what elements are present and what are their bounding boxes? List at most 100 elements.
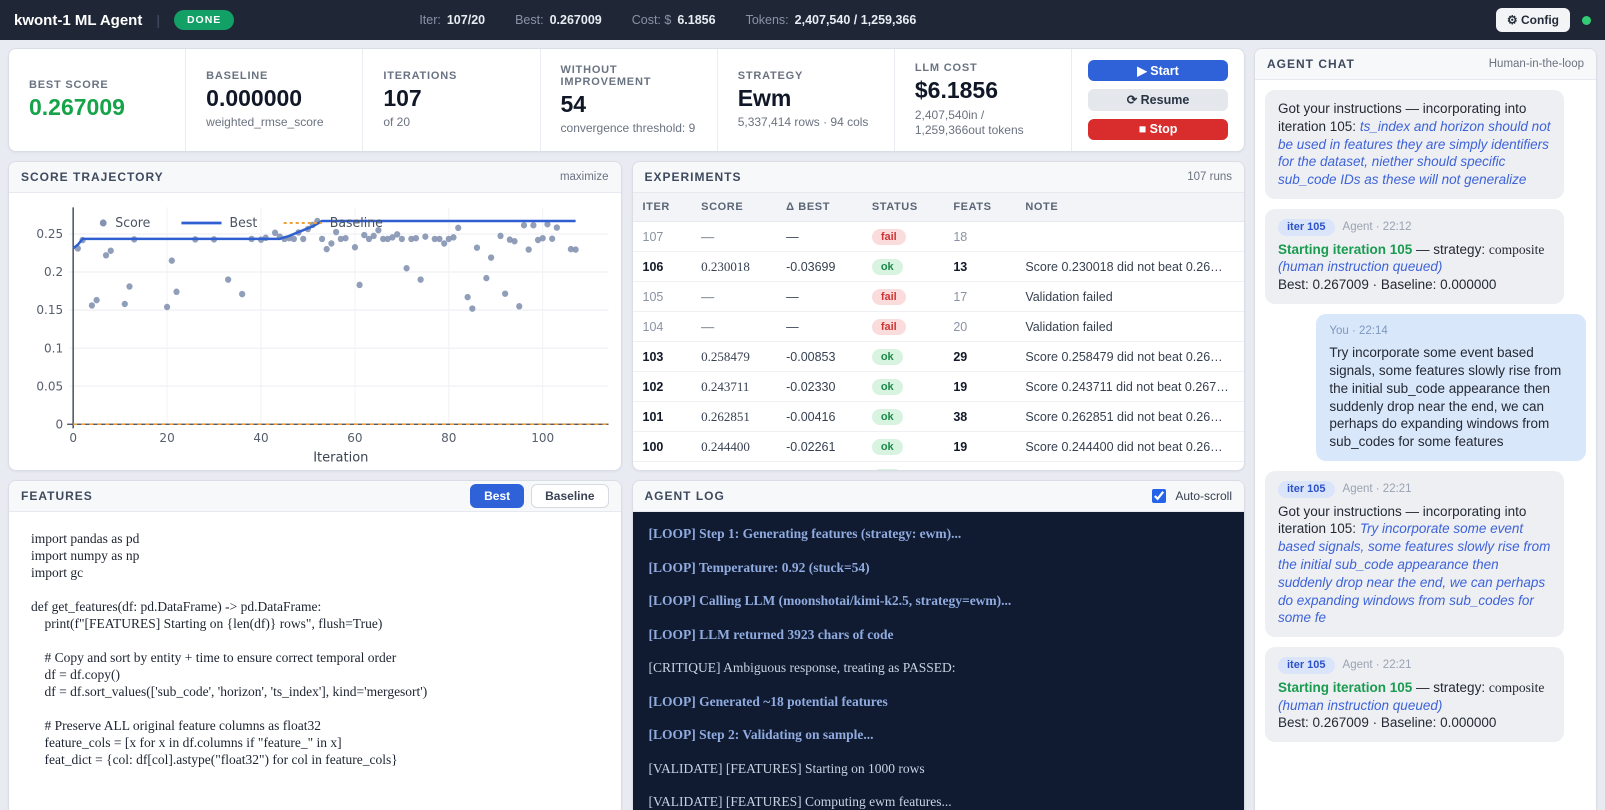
status-badge: ok — [871, 408, 903, 425]
svg-text:40: 40 — [253, 431, 268, 445]
stats-summary-bar: BEST SCORE 0.267009 BASELINE 0.000000 weig… — [8, 48, 1245, 152]
autoscroll-checkbox[interactable] — [1152, 489, 1167, 503]
stat-card: STRATEGY Ewm 5,337,414 rows · 94 cols — [718, 49, 895, 151]
svg-text:0.1: 0.1 — [44, 341, 63, 355]
panel-title: AGENT LOG — [644, 489, 725, 503]
maximize-link[interactable]: maximize — [560, 171, 609, 183]
agent-log-terminal[interactable]: [LOOP] Step 1: Generating features (stra… — [632, 512, 1244, 810]
top-bar: kwont-1 ML Agent | DONE Iter: 107/20 Best:… — [0, 0, 1605, 40]
svg-text:80: 80 — [441, 431, 456, 445]
svg-text:0.25: 0.25 — [36, 227, 63, 241]
stat-card: BEST SCORE 0.267009 — [9, 49, 187, 151]
autoscroll-toggle[interactable]: Auto-scroll — [1148, 486, 1232, 506]
svg-text:0: 0 — [69, 431, 77, 445]
column-header: FEATS — [943, 193, 1016, 222]
message-meta: Agent · 22:12 — [1342, 220, 1412, 233]
stop-button[interactable]: ■ Stop — [1088, 118, 1228, 140]
experiments-panel: EXPERIMENTS 107 runs ITER SCORE Δ BEST STAT… — [631, 161, 1245, 471]
chat-message-list[interactable]: Got your instructions — incorporating in… — [1255, 80, 1596, 810]
agent-message: iter 105 Agent · 22:12 Starting iteration … — [1265, 209, 1564, 305]
agent-log-panel: AGENT LOG Auto-scroll [LOOP] Step 1: Gen… — [631, 480, 1245, 810]
column-header: NOTE — [1015, 193, 1244, 222]
column-header: ITER — [632, 193, 692, 222]
svg-text:0.05: 0.05 — [36, 379, 63, 393]
svg-text:Baseline: Baseline — [330, 216, 383, 231]
status-badge: ok — [871, 438, 903, 455]
panel-title: FEATURES — [21, 489, 93, 503]
live-status-dot — [1582, 15, 1591, 25]
features-code-scroll[interactable]: import pandas as pd import numpy as np i… — [9, 512, 621, 810]
stat-card: ITERATIONS 107 of 20 — [363, 49, 541, 151]
message-text: Got your instructions — incorporating in… — [1278, 101, 1551, 188]
features-tabs: Best Baseline — [470, 484, 609, 508]
features-code: import pandas as pd import numpy as np i… — [31, 531, 428, 767]
topbar-stat: Tokens: 2,407,540 / 1,259,366 — [745, 13, 917, 27]
svg-text:Iteration: Iteration — [313, 451, 368, 466]
start-button[interactable]: ▶ Start — [1088, 60, 1228, 82]
experiment-row[interactable]: 106 0.230018 -0.03699 ok 13 Score 0.2300… — [632, 251, 1244, 282]
message-text: Starting iteration 105 — strategy: compo… — [1278, 679, 1545, 731]
chat-subtitle: Human-in-the-loop — [1488, 58, 1584, 70]
log-line: [VALIDATE] [FEATURES] Computing ewm feat… — [648, 794, 952, 809]
experiment-row[interactable]: 100 0.244400 -0.02261 ok 19 Score 0.2444… — [632, 431, 1244, 462]
svg-text:Best: Best — [230, 216, 258, 231]
message-text: Starting iteration 105 — strategy: compo… — [1278, 241, 1545, 293]
message-meta: Agent · 22:21 — [1342, 658, 1412, 671]
tab-baseline[interactable]: Baseline — [531, 484, 609, 508]
agent-message: iter 105 Agent · 22:21 Starting iteration … — [1265, 647, 1564, 743]
log-line: [LOOP] Step 2: Validating on sample... — [648, 727, 874, 742]
tab-best[interactable]: Best — [470, 484, 525, 508]
log-line: [LOOP] Step 1: Generating features (stra… — [648, 526, 962, 541]
experiment-row[interactable]: 99 0.242089 -0.02492 ok 15 Score 0.24208… — [632, 461, 1244, 470]
panel-title: EXPERIMENTS — [644, 170, 742, 184]
column-header: SCORE — [691, 193, 777, 222]
svg-text:20: 20 — [159, 431, 174, 445]
status-badge: ok — [871, 258, 903, 275]
stat-card: WITHOUT IMPROVEMENT 54 convergence thresh… — [541, 49, 718, 151]
log-line: [VALIDATE] [FEATURES] Starting on 1000 r… — [648, 760, 925, 776]
status-badge: ok — [871, 468, 903, 470]
panel-title: AGENT CHAT — [1267, 57, 1355, 71]
app-title: kwont-1 ML Agent — [14, 11, 143, 29]
score-trajectory-panel: SCORE TRAJECTORY maximize 0 0.05 0.1 0.1… — [8, 161, 622, 471]
message-text: Got your instructions — incorporating in… — [1278, 503, 1551, 626]
experiment-row[interactable]: 107 — — fail 18 — [633, 222, 1245, 252]
status-badge: fail — [871, 288, 906, 305]
status-badge-done: DONE — [173, 10, 235, 30]
agent-chat-panel: AGENT CHAT Human-in-the-loop Got your in… — [1254, 48, 1597, 810]
experiment-row[interactable]: 104 — — fail 20 Validation failed — [632, 311, 1244, 342]
experiment-row[interactable]: 105 — — fail 17 Validation failed — [632, 281, 1244, 312]
message-meta: You · 22:14 — [1329, 325, 1388, 338]
experiment-row[interactable]: 102 0.243711 -0.02330 ok 19 Score 0.2437… — [632, 371, 1244, 402]
experiments-table[interactable]: ITER SCORE Δ BEST STATUS FEATS NOTE 107 — — f… — [632, 193, 1245, 470]
column-header: Δ BEST — [776, 193, 862, 222]
log-line: [LOOP] Generated ~18 potential features — [648, 693, 888, 709]
topbar-stat: Iter: 107/20 — [419, 13, 486, 27]
runs-count: 107 runs — [1187, 171, 1232, 183]
title-divider: | — [156, 12, 160, 28]
log-line: [LOOP] LLM returned 3923 chars of code — [648, 626, 894, 642]
experiment-row[interactable]: 103 0.258479 -0.00853 ok 29 Score 0.2584… — [632, 341, 1244, 372]
svg-text:Score: Score — [115, 216, 150, 231]
topbar-stat: Cost: $6.1856 — [631, 13, 716, 27]
message-text: Try incorporate some event based signals… — [1329, 345, 1562, 450]
status-badge: ok — [871, 348, 903, 365]
iter-badge: iter 105 — [1278, 481, 1335, 498]
status-badge: fail — [871, 318, 906, 335]
status-badge: fail — [871, 228, 906, 245]
agent-message: Got your instructions — incorporating in… — [1265, 90, 1564, 200]
config-button[interactable]: ⚙ Config — [1495, 8, 1570, 32]
experiment-row[interactable]: 101 0.262851 -0.00416 ok 38 Score 0.2628… — [632, 401, 1244, 432]
log-line: [LOOP] Calling LLM (moonshotai/kimi-k2.5… — [648, 593, 1012, 608]
resume-button[interactable]: ⟳ Resume — [1088, 89, 1228, 111]
status-badge: ok — [871, 378, 903, 395]
log-line: [CRITIQUE] Ambiguous response, treating … — [648, 660, 956, 675]
column-header: STATUS — [861, 193, 944, 222]
autoscroll-label: Auto-scroll — [1175, 489, 1232, 503]
iter-badge: iter 105 — [1278, 219, 1335, 236]
log-line: [LOOP] Temperature: 0.92 (stuck=54) — [648, 559, 870, 575]
svg-text:60: 60 — [347, 431, 362, 445]
message-meta: Agent · 22:21 — [1342, 482, 1412, 495]
score-trajectory-chart: 0 0.05 0.1 0.15 0.2 0.25 0 20 40 60 80 1… — [9, 193, 621, 470]
stat-card: LLM COST $6.1856 2,407,540in / 1,259,366o… — [895, 49, 1073, 151]
